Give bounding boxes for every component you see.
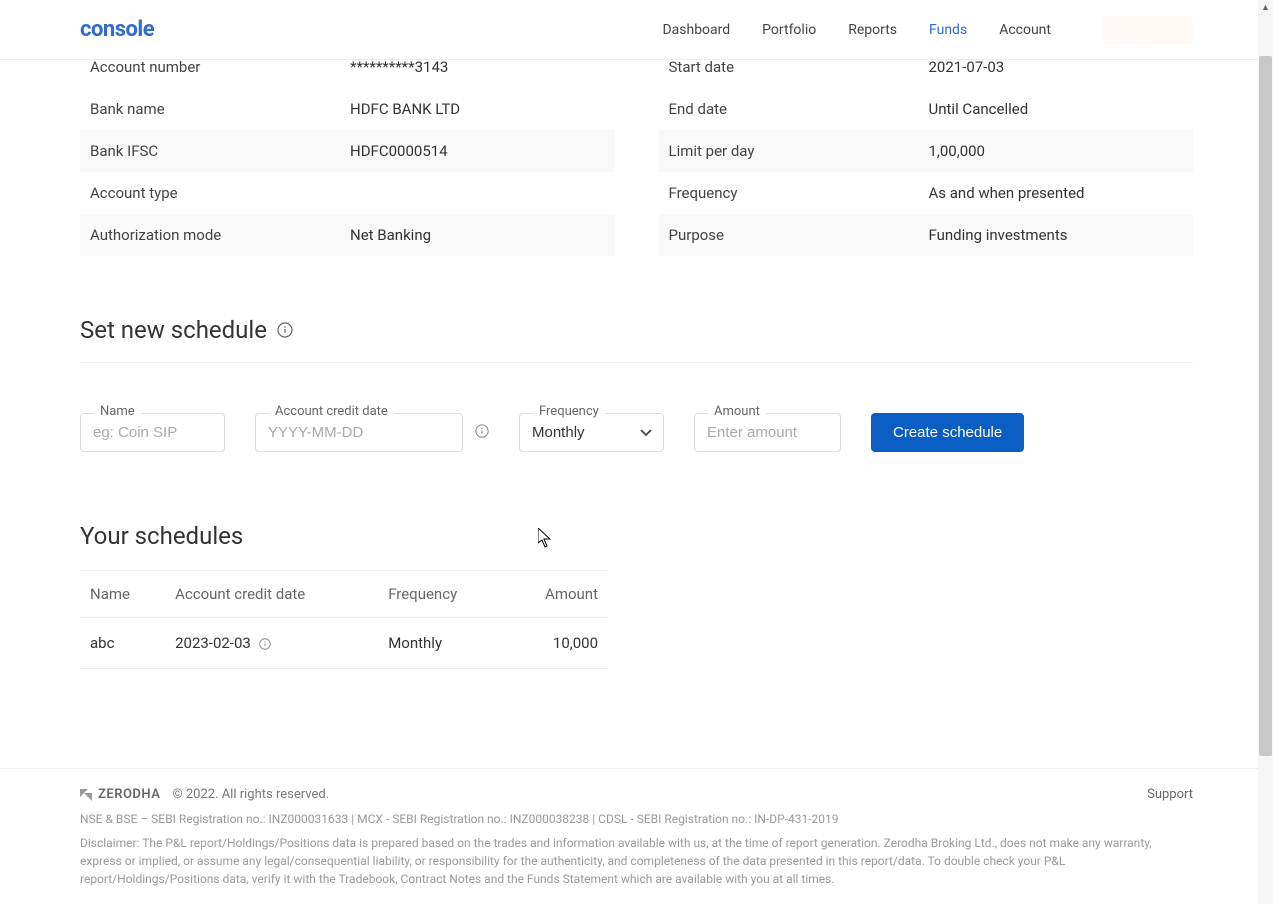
info-icon[interactable] bbox=[259, 638, 271, 650]
detail-row: End dateUntil Cancelled bbox=[659, 88, 1194, 130]
detail-label: Bank name bbox=[90, 100, 350, 118]
detail-value: As and when presented bbox=[929, 184, 1085, 202]
th-freq: Frequency bbox=[378, 571, 504, 618]
cell-name: abc bbox=[80, 618, 165, 669]
detail-row: Account type bbox=[80, 172, 615, 214]
cell-date: 2023-02-03 bbox=[165, 618, 378, 669]
create-schedule-button[interactable]: Create schedule bbox=[871, 413, 1024, 452]
detail-label: Frequency bbox=[669, 184, 929, 202]
detail-row: Account number**********3143 bbox=[80, 46, 615, 88]
date-label: Account credit date bbox=[269, 404, 394, 419]
detail-label: Account type bbox=[90, 184, 350, 202]
detail-label: End date bbox=[669, 100, 929, 118]
detail-row: Start date2021-07-03 bbox=[659, 46, 1194, 88]
name-label: Name bbox=[94, 404, 141, 419]
detail-row: Bank nameHDFC BANK LTD bbox=[80, 88, 615, 130]
detail-label: Authorization mode bbox=[90, 226, 350, 244]
amount-label: Amount bbox=[708, 404, 766, 419]
detail-value: Net Banking bbox=[350, 226, 431, 244]
nav-dashboard[interactable]: Dashboard bbox=[662, 22, 730, 38]
amount-group: Amount bbox=[694, 413, 841, 452]
divider bbox=[80, 362, 1193, 363]
logo[interactable]: console bbox=[80, 17, 154, 42]
detail-value: 1,00,000 bbox=[929, 142, 985, 160]
info-icon[interactable] bbox=[277, 322, 293, 338]
th-date: Account credit date bbox=[165, 571, 378, 618]
bank-details-left: Account number**********3143 Bank nameHD… bbox=[80, 46, 615, 256]
freq-label: Frequency bbox=[533, 404, 605, 419]
detail-label: Purpose bbox=[669, 226, 929, 244]
freq-group: Frequency Monthly bbox=[519, 413, 664, 452]
info-icon[interactable] bbox=[475, 424, 489, 438]
footer-disclaimer: Disclaimer: The P&L report/Holdings/Posi… bbox=[80, 834, 1193, 888]
detail-value: Funding investments bbox=[929, 226, 1068, 244]
set-schedule-title: Set new schedule bbox=[80, 316, 1193, 344]
detail-value: HDFC BANK LTD bbox=[350, 100, 460, 118]
table-header-row: Name Account credit date Frequency Amoun… bbox=[80, 571, 608, 618]
nav-account[interactable]: Account bbox=[999, 22, 1051, 38]
detail-row: Authorization modeNet Banking bbox=[80, 214, 615, 256]
footer-registration: NSE & BSE – SEBI Registration no.: INZ00… bbox=[80, 812, 1193, 826]
schedule-form: Name Account credit date Frequency Month… bbox=[80, 413, 1193, 452]
nav-portfolio[interactable]: Portfolio bbox=[762, 22, 816, 38]
your-schedules-title: Your schedules bbox=[80, 522, 1193, 550]
detail-row: Limit per day1,00,000 bbox=[659, 130, 1194, 172]
th-amount: Amount bbox=[504, 571, 608, 618]
set-schedule-title-text: Set new schedule bbox=[80, 316, 267, 344]
date-group: Account credit date bbox=[255, 413, 463, 452]
name-group: Name bbox=[80, 413, 225, 452]
detail-value: 2021-07-03 bbox=[929, 58, 1005, 76]
date-info-wrap bbox=[475, 423, 489, 442]
bank-details-right: Start date2021-07-03 End dateUntil Cance… bbox=[659, 46, 1194, 256]
scroll-up-icon[interactable]: ▲ bbox=[1258, 0, 1273, 15]
footer-brand: ZERODHA © 2022. All rights reserved. bbox=[80, 787, 329, 802]
detail-label: Limit per day bbox=[669, 142, 929, 160]
detail-label: Account number bbox=[90, 58, 350, 76]
scroll-thumb[interactable] bbox=[1259, 56, 1272, 756]
detail-label: Start date bbox=[669, 58, 929, 76]
content: Account number**********3143 Bank nameHD… bbox=[0, 46, 1273, 669]
support-link[interactable]: Support bbox=[1147, 787, 1193, 802]
nav-badge[interactable] bbox=[1103, 16, 1193, 44]
scrollbar[interactable]: ▲ bbox=[1258, 0, 1273, 904]
cell-freq: Monthly bbox=[378, 618, 504, 669]
nav-funds[interactable]: Funds bbox=[929, 22, 967, 38]
th-name: Name bbox=[80, 571, 165, 618]
detail-label: Bank IFSC bbox=[90, 142, 350, 160]
nav-reports[interactable]: Reports bbox=[848, 22, 897, 38]
detail-value: **********3143 bbox=[350, 58, 448, 76]
detail-row: Bank IFSCHDFC0000514 bbox=[80, 130, 615, 172]
nav: Dashboard Portfolio Reports Funds Accoun… bbox=[662, 16, 1193, 44]
table-row[interactable]: abc 2023-02-03 Monthly 10,000 bbox=[80, 618, 608, 669]
zerodha-icon bbox=[80, 789, 92, 801]
detail-value: Until Cancelled bbox=[929, 100, 1029, 118]
cell-amount: 10,000 bbox=[504, 618, 608, 669]
schedules-table: Name Account credit date Frequency Amoun… bbox=[80, 570, 608, 669]
detail-row: PurposeFunding investments bbox=[659, 214, 1194, 256]
bank-details: Account number**********3143 Bank nameHD… bbox=[80, 46, 1193, 256]
detail-value: HDFC0000514 bbox=[350, 142, 448, 160]
footer: ZERODHA © 2022. All rights reserved. Sup… bbox=[0, 768, 1273, 904]
detail-row: FrequencyAs and when presented bbox=[659, 172, 1194, 214]
